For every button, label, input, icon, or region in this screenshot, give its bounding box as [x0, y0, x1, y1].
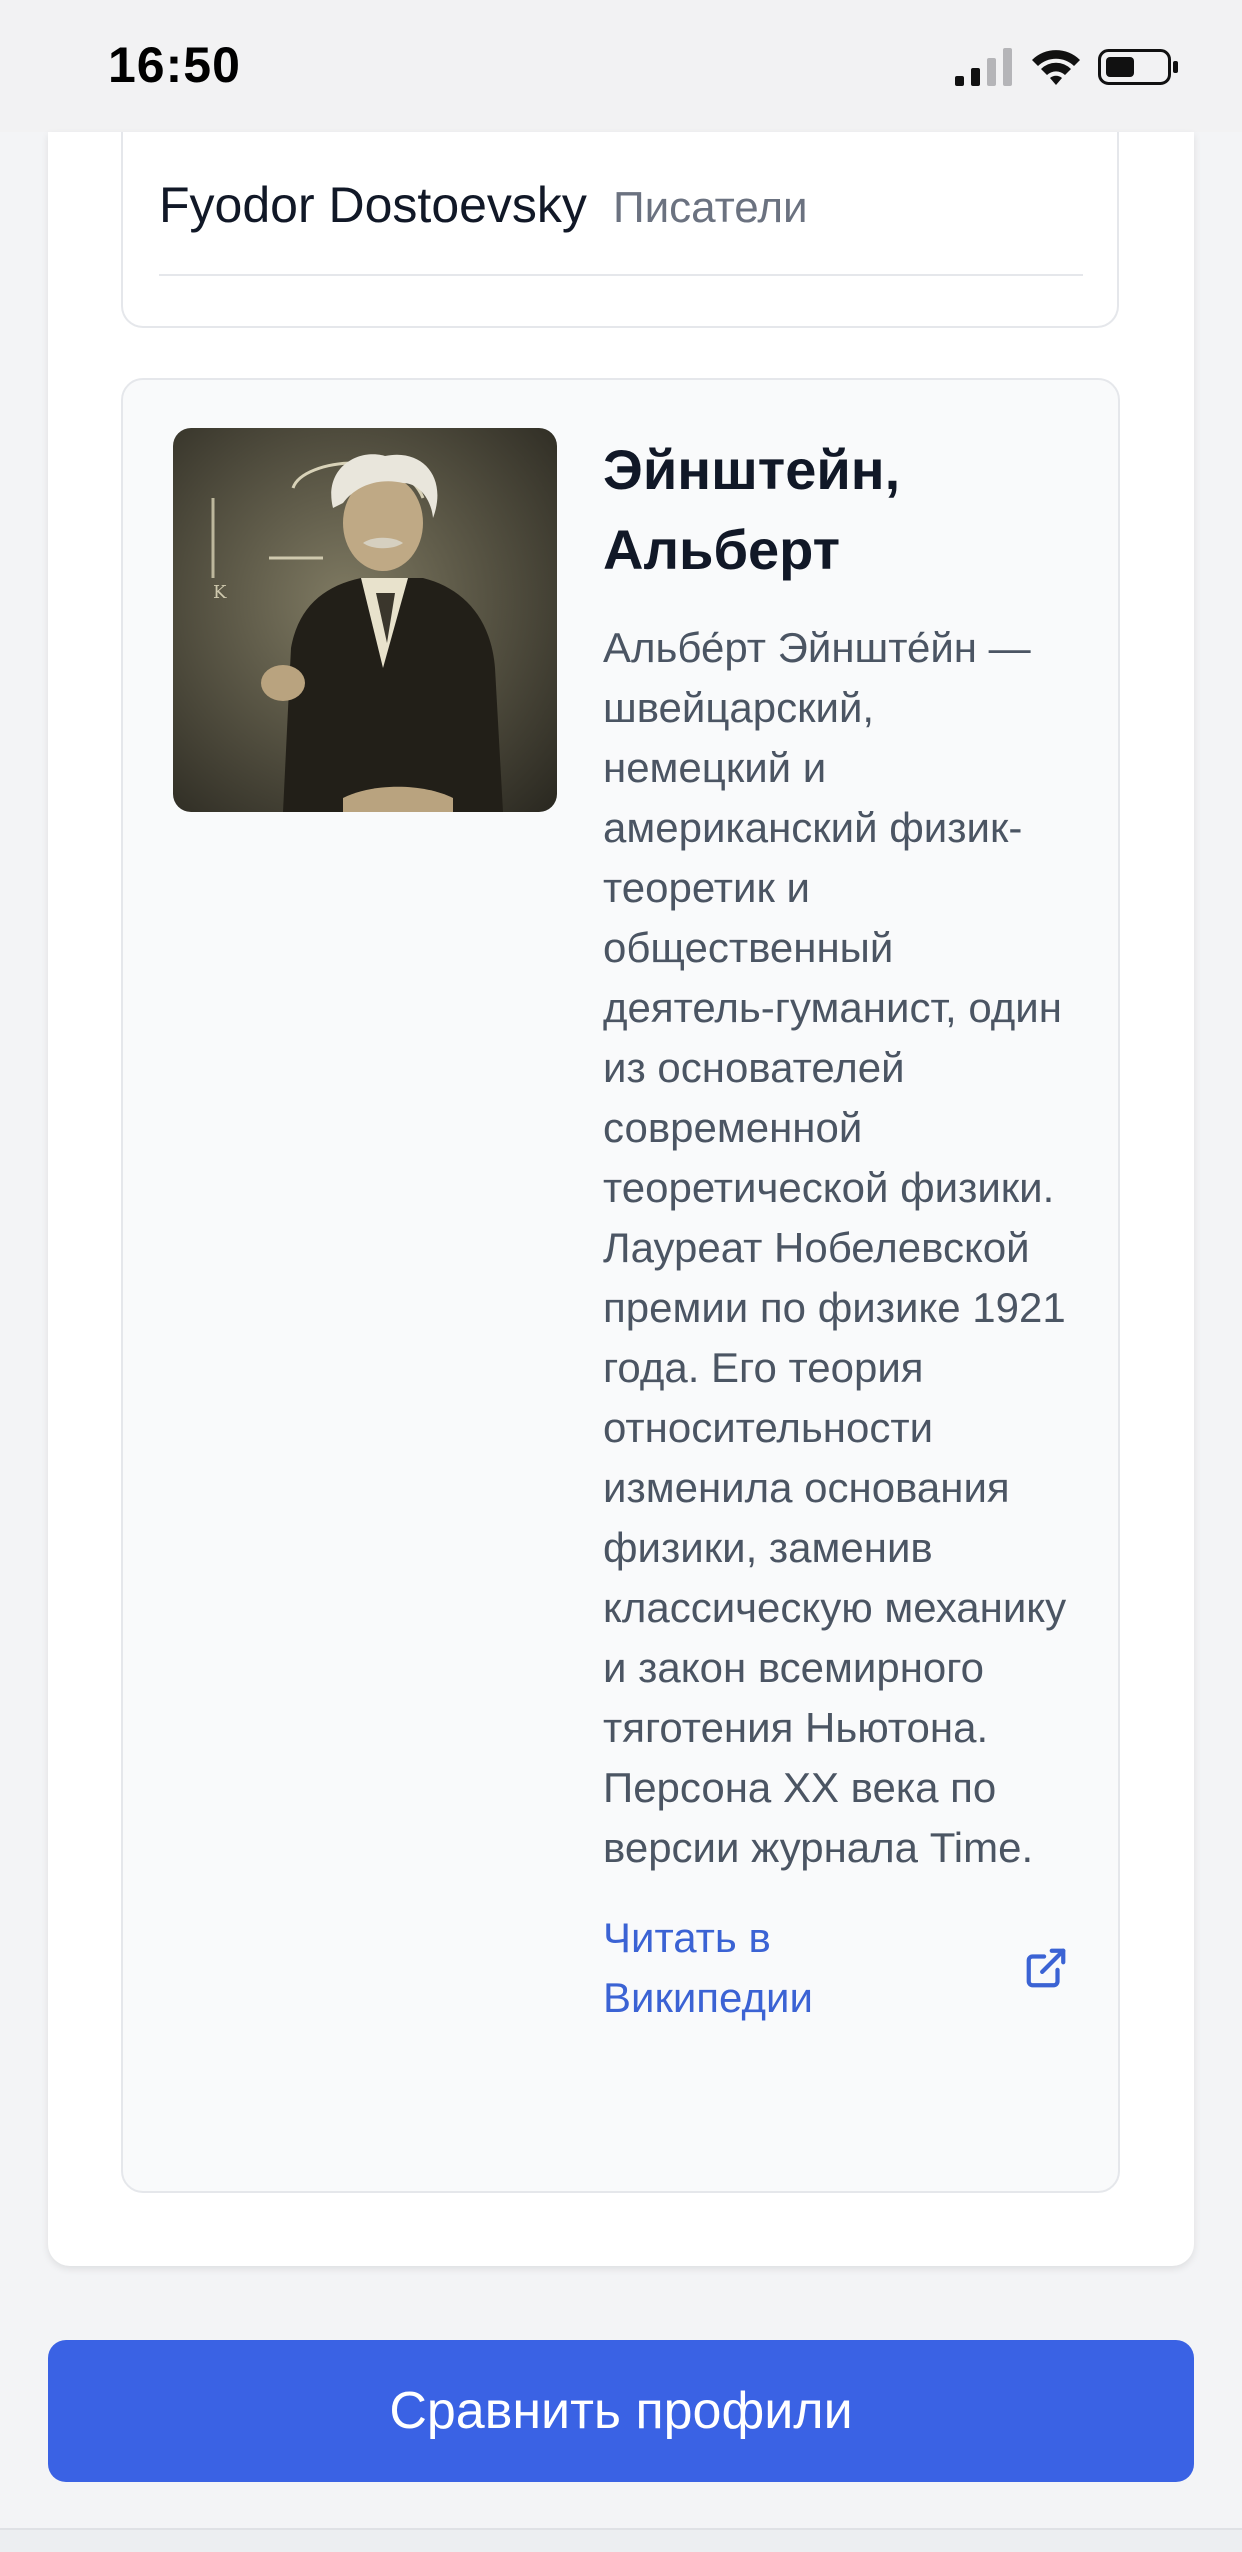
person-group: Писатели: [612, 183, 808, 232]
list-item-row: Fyodor Dostoevsky Писатели: [159, 176, 1083, 248]
portrait-photo: K: [173, 428, 557, 812]
wikipedia-link[interactable]: Читать в Википедии: [603, 1908, 1073, 2028]
compare-profiles-button[interactable]: Сравнить профили: [48, 2340, 1194, 2482]
svg-text:K: K: [213, 582, 227, 603]
external-link-icon: [1026, 1948, 1066, 1988]
person-name: Fyodor Dostoevsky: [159, 177, 587, 233]
divider: [159, 274, 1083, 276]
signal-icon: [955, 48, 1012, 86]
profile-description: Альбе́рт Эйнште́йн — швейцарский, немецк…: [603, 624, 1067, 1871]
wikipedia-link-label: Читать в Википедии: [603, 1914, 813, 2021]
profile-text: Эйнштейн, Альберт Альбе́рт Эйнште́йн — ш…: [603, 430, 1073, 2028]
status-bar: 16:50: [0, 0, 1242, 132]
wifi-icon: [1032, 50, 1080, 85]
bottom-bar: [0, 2528, 1242, 2552]
battery-icon: [1098, 49, 1178, 85]
profile-card: K Эйнштейн, Альберт Альбе́рт Эйнште́йн —…: [121, 378, 1120, 2193]
status-time: 16:50: [108, 37, 241, 93]
list-item-dostoevsky[interactable]: Fyodor Dostoevsky Писатели: [121, 132, 1119, 328]
profile-name: Эйнштейн, Альберт: [603, 438, 901, 581]
